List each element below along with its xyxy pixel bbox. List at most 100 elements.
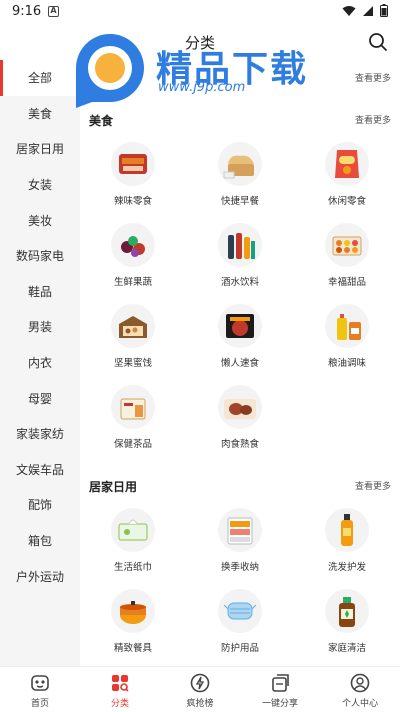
mask-icon [218, 589, 262, 633]
share-icon [269, 672, 291, 694]
category-item-label: 酒水饮料 [220, 277, 259, 288]
category-item[interactable]: 粮油调味 [294, 304, 400, 369]
drinks-icon [218, 223, 262, 267]
category-item[interactable]: 洗发护发 [294, 508, 400, 573]
sidebar-item[interactable]: 家装家纺 [0, 416, 80, 452]
view-more-link[interactable]: 查看更多 [355, 113, 391, 126]
category-item[interactable]: 防护用品 [187, 589, 293, 654]
shampoo-icon [325, 508, 369, 552]
section-header: 美食 查看更多 [80, 110, 400, 130]
category-content: 全部 查看更多 美食查看更多辣味零食快捷早餐休闲零食生鲜果蔬酒水饮料幸福甜品坚果… [80, 60, 400, 666]
category-item-label: 生鲜果蔬 [113, 277, 152, 288]
search-button[interactable] [366, 30, 390, 54]
nav-item[interactable]: 首页 [0, 667, 80, 712]
sidebar-item[interactable]: 女装 [0, 167, 80, 203]
category-item-label: 生活纸巾 [113, 562, 152, 573]
chips-icon [325, 142, 369, 186]
sidebar-item[interactable]: 配饰 [0, 487, 80, 523]
nav-label: 首页 [30, 699, 49, 709]
category-item[interactable]: 换季收纳 [187, 508, 293, 573]
storage-icon [218, 508, 262, 552]
signal-icon [363, 5, 373, 16]
bread-icon [218, 142, 262, 186]
category-item[interactable]: 酒水饮料 [187, 223, 293, 288]
nav-label: 一键分享 [261, 699, 298, 709]
sidebar-item[interactable]: 内衣 [0, 345, 80, 381]
sidebar-item[interactable]: 户外运动 [0, 558, 80, 594]
sidebar-item[interactable]: 男装 [0, 309, 80, 345]
user-icon [349, 672, 371, 694]
status-time: 9:16 [12, 4, 42, 19]
view-more-link[interactable]: 查看更多 [355, 71, 391, 84]
lightning-icon [189, 672, 211, 694]
sidebar-item[interactable]: 美食 [0, 96, 80, 132]
tissue-icon [111, 508, 155, 552]
section-header: 居家日用 查看更多 [80, 476, 400, 496]
category-item[interactable]: 坚果蜜饯 [80, 304, 186, 369]
sidebar-item[interactable]: 数码家电 [0, 238, 80, 274]
status-icons [342, 4, 388, 17]
nav-item[interactable]: 一键分享 [240, 667, 320, 712]
oil-icon [325, 304, 369, 348]
nav-label: 分类 [110, 699, 129, 709]
category-item[interactable]: 辣味零食 [80, 142, 186, 207]
category-item-label: 换季收纳 [220, 562, 259, 573]
category-item[interactable]: 精致餐具 [80, 589, 186, 654]
fruit-icon [111, 223, 155, 267]
battery-icon [380, 4, 388, 17]
meat-icon [218, 385, 262, 429]
status-bar: 9:16 A [0, 0, 400, 24]
nav-label: 疯抢榜 [186, 699, 214, 709]
category-item-label: 休闲零食 [327, 196, 366, 207]
category-item-label: 保健茶品 [113, 439, 152, 450]
category-item-label: 粮油调味 [327, 358, 366, 369]
category-item-label: 家庭清洁 [327, 643, 366, 654]
sidebar-item[interactable]: 箱包 [0, 523, 80, 559]
section-title: 美食 [89, 114, 114, 128]
sidebar-item[interactable]: 居家日用 [0, 131, 80, 167]
category-sidebar: 全部 美食 居家日用 女装 美妆 数码家电 鞋品 男装 内衣 母婴 家装家纺 文娱车品 配饰 箱包 户外运动 [0, 60, 80, 666]
category-item-label: 防护用品 [220, 643, 259, 654]
category-item-label: 洗发护发 [327, 562, 366, 573]
sidebar-item[interactable]: 全部 [0, 60, 80, 96]
nav-item[interactable]: 分类 [80, 667, 160, 712]
category-item-label: 坚果蜜饯 [113, 358, 152, 369]
sidebar-item[interactable]: 美妆 [0, 202, 80, 238]
watermark-logo: 精品下载 www.j9p.com [70, 28, 330, 110]
sidebar-item[interactable]: 文娱车品 [0, 452, 80, 488]
view-more-link[interactable]: 查看更多 [355, 479, 391, 492]
notification-a-icon: A [48, 6, 59, 17]
sidebar-item[interactable]: 母婴 [0, 380, 80, 416]
category-item-label: 精致餐具 [113, 643, 152, 654]
logo-p-icon [76, 34, 144, 108]
category-item-label: 快捷早餐 [220, 196, 259, 207]
category-item[interactable]: 生活纸巾 [80, 508, 186, 573]
nav-item[interactable]: 个人中心 [320, 667, 400, 712]
nav-item[interactable]: 疯抢榜 [160, 667, 240, 712]
category-item-label: 辣味零食 [113, 196, 152, 207]
category-item[interactable]: 肉食熟食 [187, 385, 293, 450]
bottom-navigation: 首页 分类 疯抢榜 一键分享 个人中心 [0, 666, 400, 712]
category-item[interactable]: 懒人速食 [187, 304, 293, 369]
wifi-icon [342, 5, 356, 16]
search-icon [369, 33, 387, 51]
nav-label: 个人中心 [341, 699, 378, 709]
category-item-label: 幸福甜品 [327, 277, 366, 288]
category-item[interactable]: 快捷早餐 [187, 142, 293, 207]
section-title: 居家日用 [89, 480, 138, 494]
nuts-icon [111, 304, 155, 348]
category-item[interactable]: 保健茶品 [80, 385, 186, 450]
disinfectant-icon [325, 589, 369, 633]
category-icon [109, 672, 131, 694]
category-item-label: 懒人速食 [220, 358, 259, 369]
spicy-snack-icon [111, 142, 155, 186]
category-item-label: 肉食熟食 [220, 439, 259, 450]
instant-food-icon [218, 304, 262, 348]
dessert-icon [325, 223, 369, 267]
category-item[interactable]: 家庭清洁 [294, 589, 400, 654]
sidebar-item[interactable]: 鞋品 [0, 274, 80, 310]
pot-icon [111, 589, 155, 633]
category-item[interactable]: 幸福甜品 [294, 223, 400, 288]
category-item[interactable]: 生鲜果蔬 [80, 223, 186, 288]
category-item[interactable]: 休闲零食 [294, 142, 400, 207]
